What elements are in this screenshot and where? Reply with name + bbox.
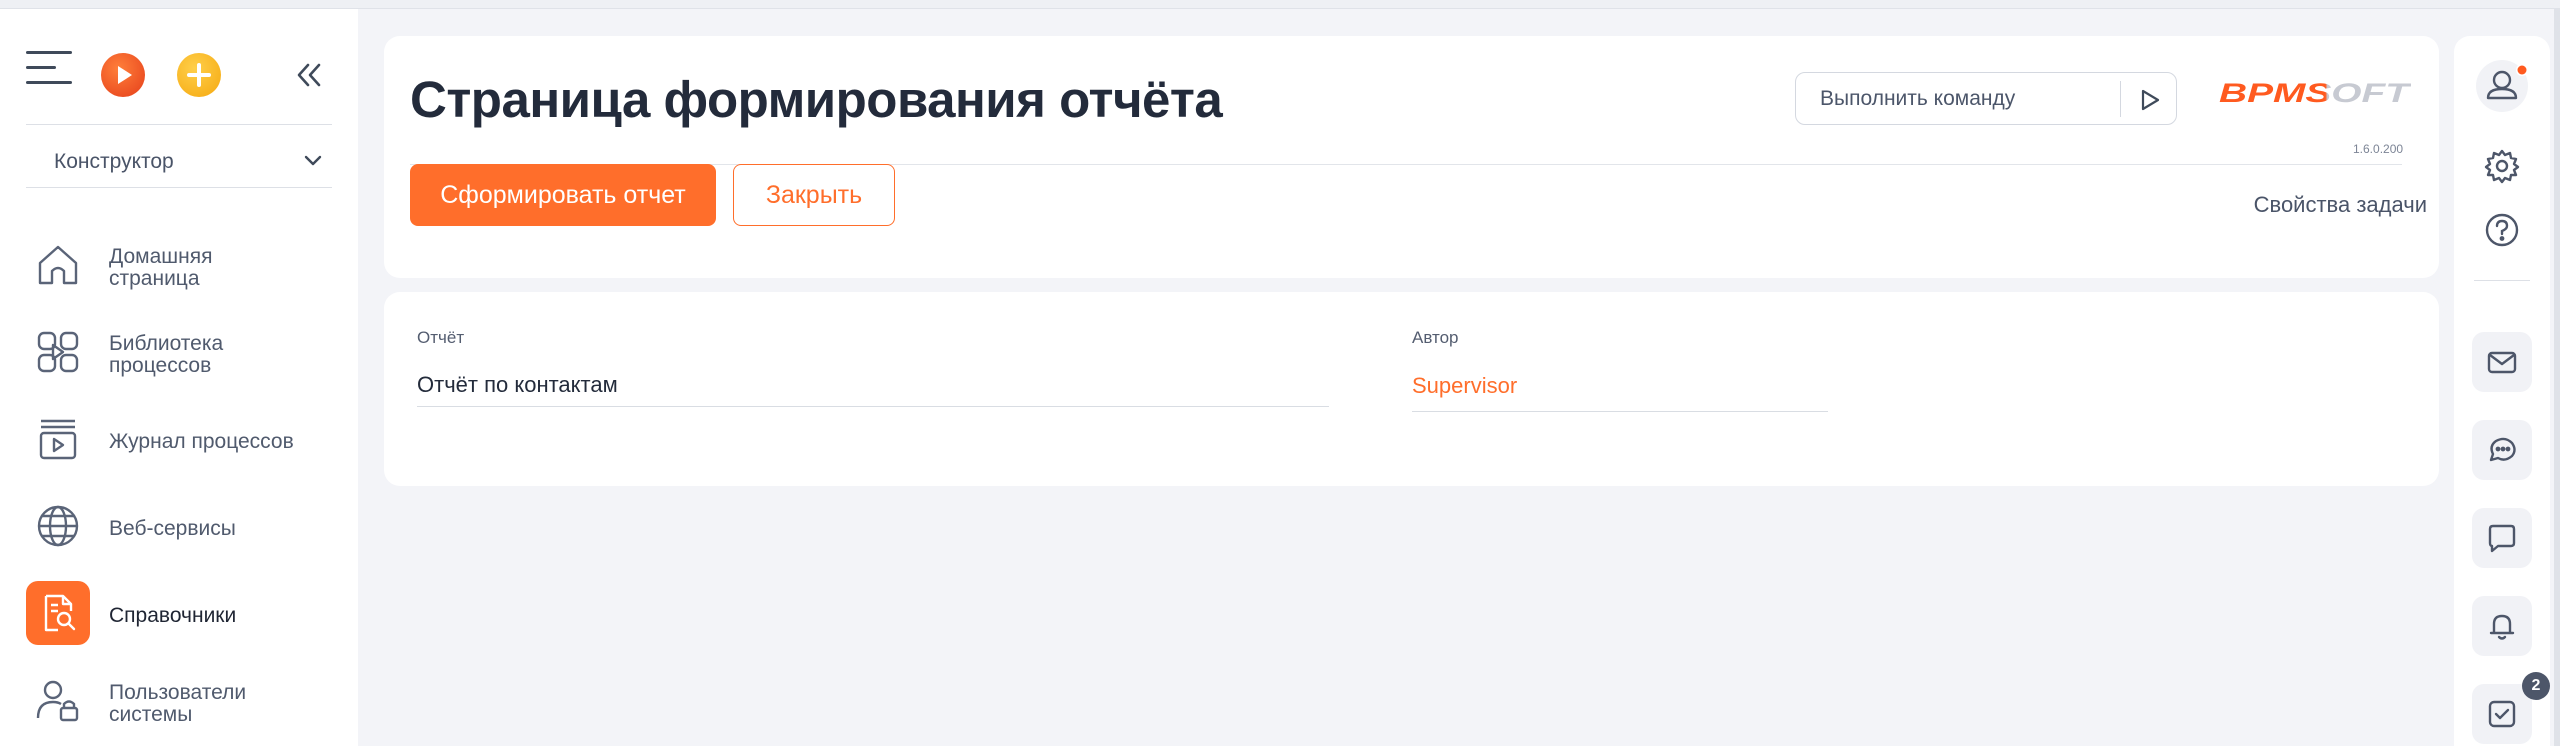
sidebar-top-bar xyxy=(0,9,358,125)
email-button[interactable] xyxy=(2472,332,2532,392)
sidebar-item-label: Журнал процессов xyxy=(109,430,294,453)
left-sidebar: Конструктор Домашняя страница Библиотека… xyxy=(0,9,358,746)
gear-icon xyxy=(2484,149,2520,184)
lookup-search-icon xyxy=(26,581,90,645)
report-field-underline xyxy=(417,406,1329,407)
window-top-edge xyxy=(0,0,2560,9)
globe-icon xyxy=(26,494,90,558)
sidebar-item-label: Справочники xyxy=(109,604,237,627)
sidebar-item-label: системы xyxy=(109,703,193,726)
author-field-link[interactable]: Supervisor xyxy=(1412,373,1517,399)
sidebar-item-home[interactable]: Домашняя страница xyxy=(26,233,346,303)
process-log-icon xyxy=(26,407,90,471)
chevrons-left-icon xyxy=(297,63,321,87)
play-icon xyxy=(118,66,132,84)
tasks-count-badge: 2 xyxy=(2522,672,2550,700)
sidebar-item-label: Веб-сервисы xyxy=(109,517,236,540)
version-label: 1.6.0.200 xyxy=(2353,142,2404,156)
chevron-down-icon xyxy=(304,155,322,166)
user-lock-icon xyxy=(26,668,90,732)
command-divider xyxy=(2120,81,2121,117)
sidebar-item-web-services[interactable]: Веб-сервисы xyxy=(26,494,346,564)
sidebar-divider xyxy=(26,124,332,125)
help-icon xyxy=(2485,213,2519,247)
right-rail: 2 xyxy=(2454,36,2550,746)
sidebar-divider xyxy=(26,187,332,188)
help-button[interactable] xyxy=(2472,200,2532,260)
sidebar-item-lookups[interactable]: Справочники xyxy=(26,581,346,651)
bpmsoft-logo: BPMSOFT xyxy=(2219,78,2411,108)
chat-button[interactable] xyxy=(2472,420,2532,480)
bell-icon xyxy=(2489,614,2515,640)
report-field-label: Отчёт xyxy=(417,328,465,347)
sidebar-item-process-log[interactable]: Журнал процессов xyxy=(26,407,346,477)
notifications-button[interactable] xyxy=(2472,596,2532,656)
sidebar-item-label: процессов xyxy=(109,354,212,377)
generate-report-button[interactable]: Сформировать отчет xyxy=(410,164,716,226)
scrollbar-track[interactable] xyxy=(2554,9,2560,746)
sidebar-item-label: Пользователи xyxy=(109,681,247,704)
close-button[interactable]: Закрыть xyxy=(733,164,895,226)
author-field-label: Автор xyxy=(1412,328,1459,347)
command-input[interactable] xyxy=(1820,85,2120,113)
rail-divider xyxy=(2474,280,2530,281)
section-select[interactable]: Конструктор xyxy=(26,136,332,186)
tasks-button[interactable]: 2 xyxy=(2472,672,2550,744)
profile-button[interactable] xyxy=(2472,56,2532,116)
menu-icon[interactable] xyxy=(26,51,72,85)
svg-text:BPMSOFT: BPMSOFT xyxy=(2219,78,2411,108)
collapse-sidebar-button[interactable] xyxy=(296,61,322,89)
sidebar-item-label: Домашняя xyxy=(109,245,213,268)
plus-icon xyxy=(187,63,211,87)
play-outline-icon xyxy=(2141,89,2160,111)
sidebar-item-process-library[interactable]: Библиотека процессов xyxy=(26,320,346,390)
report-field-value[interactable]: Отчёт по контактам xyxy=(417,372,618,398)
user-avatar-icon xyxy=(2476,60,2528,112)
run-command-button[interactable] xyxy=(2132,83,2166,117)
process-library-icon xyxy=(26,320,90,384)
sidebar-item-system-users[interactable]: Пользователи системы xyxy=(26,668,346,738)
feed-button[interactable] xyxy=(2472,508,2532,568)
report-fields-card: Отчёт Отчёт по контактам Автор Superviso… xyxy=(384,292,2439,486)
comment-icon xyxy=(2488,524,2516,553)
sidebar-item-label: Библиотека xyxy=(109,332,224,355)
page-header-card: Страница формирования отчёта BPMSOFT 1.6… xyxy=(384,36,2439,278)
command-line xyxy=(1795,72,2177,125)
mail-icon xyxy=(2487,351,2517,374)
settings-button[interactable] xyxy=(2472,136,2532,196)
sidebar-item-label: страница xyxy=(109,267,200,290)
add-button[interactable] xyxy=(177,53,221,97)
run-process-button[interactable] xyxy=(101,53,145,97)
chat-icon xyxy=(2489,437,2516,462)
task-check-icon xyxy=(2488,700,2516,728)
home-icon xyxy=(26,233,90,297)
author-field-underline xyxy=(1412,411,1828,412)
task-properties-link[interactable]: Свойства задачи xyxy=(2254,192,2427,218)
page-title: Страница формирования отчёта xyxy=(410,71,1223,128)
section-select-value: Конструктор xyxy=(54,150,174,173)
